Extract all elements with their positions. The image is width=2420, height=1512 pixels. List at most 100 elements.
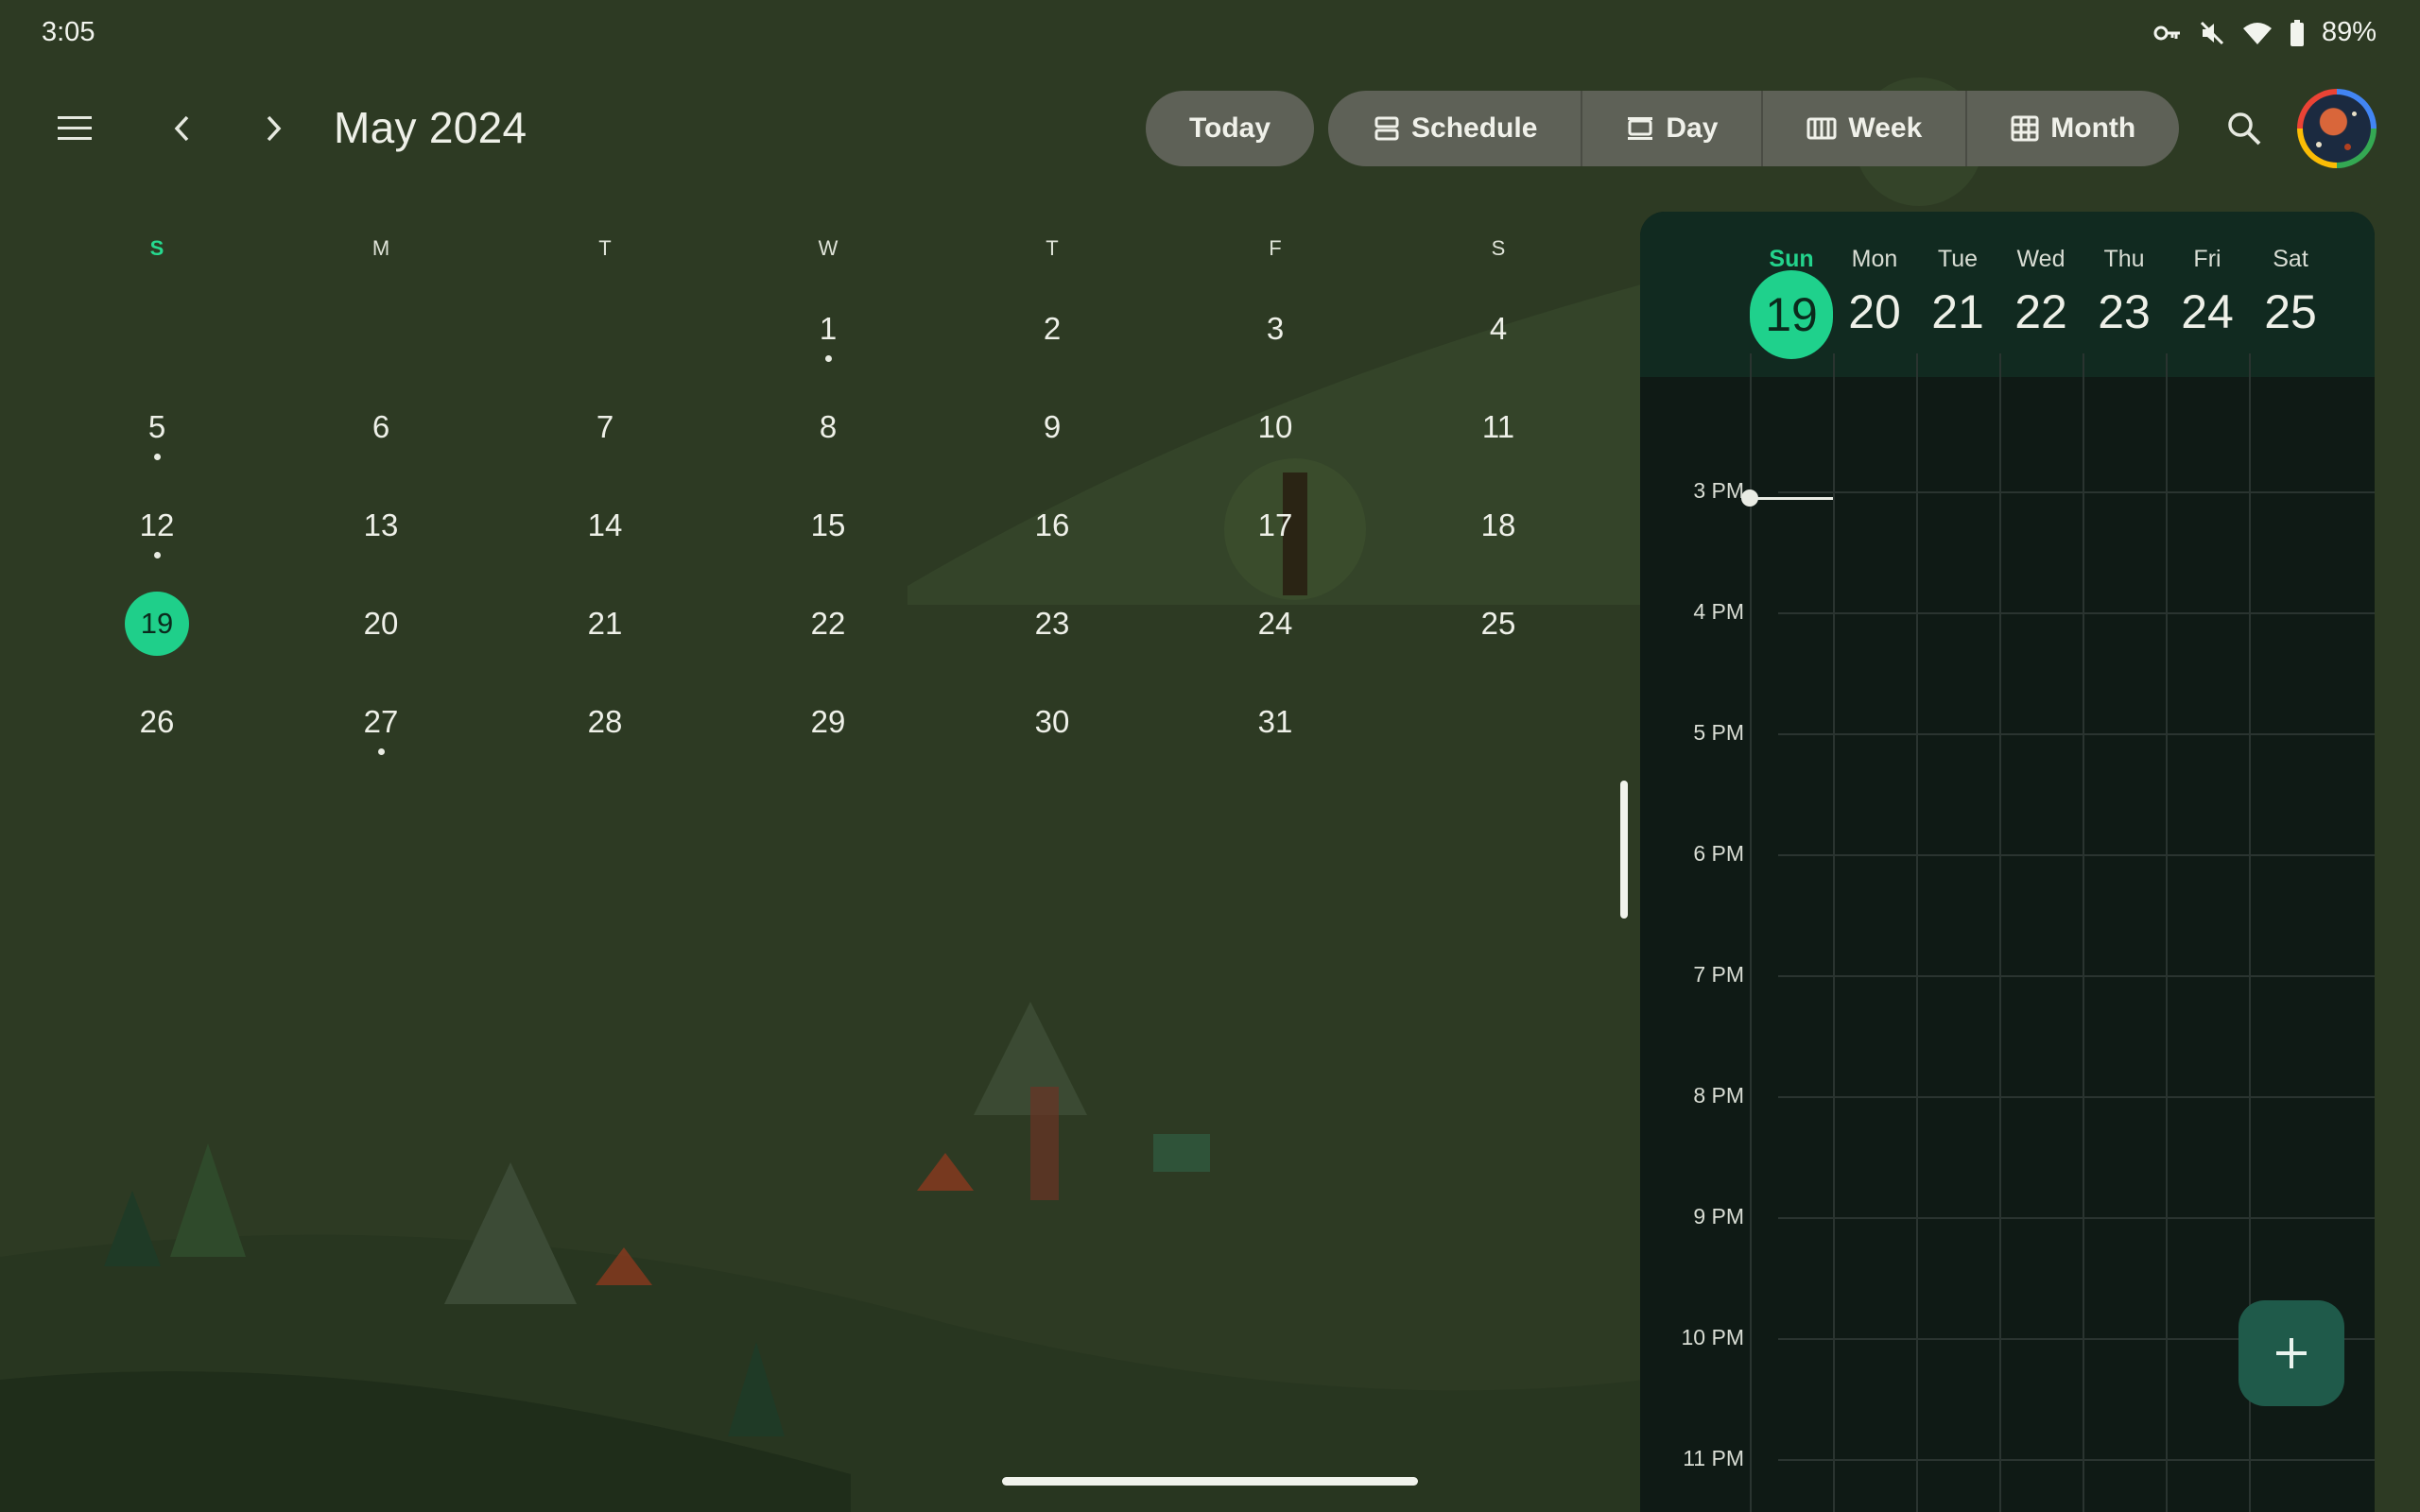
hour-line bbox=[1778, 1096, 2375, 1098]
mute-icon bbox=[2200, 21, 2224, 44]
schedule-view-icon bbox=[1374, 116, 1399, 141]
month-day[interactable]: 28 bbox=[567, 684, 643, 760]
month-day[interactable]: 13 bbox=[343, 488, 419, 563]
search-button[interactable] bbox=[2210, 94, 2278, 163]
week-view-button[interactable]: Week bbox=[1763, 91, 1968, 166]
week-day-name: Thu bbox=[2103, 246, 2145, 272]
hour-line bbox=[1778, 975, 2375, 977]
status-icons: 89% bbox=[2153, 17, 2377, 48]
week-grid-column-line bbox=[1750, 353, 1752, 1512]
week-day-number[interactable]: 24 bbox=[2166, 270, 2249, 353]
previous-month-button[interactable] bbox=[148, 94, 216, 163]
avatar[interactable] bbox=[2297, 89, 2377, 168]
pane-resize-handle[interactable] bbox=[1620, 781, 1628, 919]
view-switcher: Schedule Day Week Month bbox=[1328, 91, 2180, 166]
week-view-label: Week bbox=[1848, 112, 1923, 144]
week-day-number-today[interactable]: 19 bbox=[1750, 270, 1833, 359]
gesture-nav-bar[interactable] bbox=[1002, 1477, 1418, 1486]
today-button[interactable]: Today bbox=[1146, 91, 1314, 166]
week-day-name: Tue bbox=[1937, 246, 1979, 272]
weekday-header: T bbox=[598, 236, 612, 260]
hour-label: 11 PM bbox=[1683, 1446, 1744, 1470]
schedule-view-label: Schedule bbox=[1411, 112, 1538, 144]
week-day-name: Sun bbox=[1769, 246, 1814, 272]
month-day[interactable]: 21 bbox=[567, 586, 643, 662]
chevron-left-icon bbox=[174, 115, 189, 142]
week-day-number[interactable]: 20 bbox=[1833, 270, 1916, 353]
week-day-number[interactable]: 22 bbox=[1999, 270, 2083, 353]
month-day[interactable]: 24 bbox=[1237, 586, 1313, 662]
hour-label: 7 PM bbox=[1693, 962, 1744, 987]
weekday-header: W bbox=[818, 236, 838, 260]
month-day[interactable]: 14 bbox=[567, 488, 643, 563]
week-day-name: Mon bbox=[1851, 246, 1898, 272]
month-day[interactable]: 29 bbox=[790, 684, 866, 760]
month-day[interactable]: 16 bbox=[1014, 488, 1090, 563]
next-month-button[interactable] bbox=[239, 94, 307, 163]
hour-label: 3 PM bbox=[1693, 478, 1744, 503]
month-day[interactable]: 15 bbox=[790, 488, 866, 563]
week-day-number[interactable]: 25 bbox=[2249, 270, 2332, 353]
hour-label: 9 PM bbox=[1693, 1204, 1744, 1228]
hour-line bbox=[1778, 733, 2375, 735]
hour-line bbox=[1778, 612, 2375, 614]
week-view-icon bbox=[1806, 117, 1837, 140]
month-day[interactable]: 8 bbox=[790, 389, 866, 465]
hour-label: 8 PM bbox=[1693, 1083, 1744, 1108]
event-indicator-dot bbox=[154, 552, 161, 558]
month-title[interactable]: May 2024 bbox=[334, 102, 527, 153]
menu-icon bbox=[58, 116, 92, 140]
weekday-header: S bbox=[149, 236, 164, 260]
month-day[interactable]: 30 bbox=[1014, 684, 1090, 760]
week-day-name: Wed bbox=[2016, 246, 2066, 272]
month-day[interactable]: 4 bbox=[1461, 291, 1536, 367]
hour-label: 10 PM bbox=[1681, 1325, 1744, 1349]
battery-percent: 89% bbox=[2321, 17, 2377, 47]
month-day[interactable]: 11 bbox=[1461, 389, 1536, 465]
vpn-key-icon bbox=[2153, 26, 2180, 40]
day-view-label: Day bbox=[1666, 112, 1719, 144]
plus-icon bbox=[2276, 1338, 2307, 1368]
weekday-header: F bbox=[1269, 236, 1282, 260]
hour-label: 5 PM bbox=[1693, 720, 1744, 745]
current-time-line bbox=[1750, 497, 1833, 500]
month-day[interactable]: 25 bbox=[1461, 586, 1536, 662]
menu-button[interactable] bbox=[41, 94, 109, 163]
week-day-name: Fri bbox=[2193, 246, 2221, 272]
schedule-view-button[interactable]: Schedule bbox=[1328, 91, 1583, 166]
month-day[interactable]: 7 bbox=[567, 389, 643, 465]
event-indicator-dot bbox=[825, 355, 832, 362]
month-view-button[interactable]: Month bbox=[1967, 91, 2179, 166]
month-day[interactable]: 26 bbox=[119, 684, 195, 760]
week-day-number[interactable]: 21 bbox=[1916, 270, 1999, 353]
week-day-name: Sat bbox=[2273, 246, 2308, 272]
event-indicator-dot bbox=[378, 748, 385, 755]
month-day[interactable]: 22 bbox=[790, 586, 866, 662]
month-day[interactable]: 10 bbox=[1237, 389, 1313, 465]
wifi-icon bbox=[2242, 22, 2272, 44]
month-day[interactable]: 31 bbox=[1237, 684, 1313, 760]
create-event-button[interactable] bbox=[2238, 1300, 2344, 1406]
chevron-right-icon bbox=[267, 115, 282, 142]
weekday-header: S bbox=[1491, 236, 1506, 260]
hour-line bbox=[1778, 854, 2375, 856]
month-day[interactable]: 3 bbox=[1237, 291, 1313, 367]
battery-icon bbox=[2290, 19, 2304, 46]
hour-line bbox=[1778, 491, 2375, 493]
month-day[interactable]: 18 bbox=[1461, 488, 1536, 563]
month-day[interactable]: 6 bbox=[343, 389, 419, 465]
week-day-number[interactable]: 23 bbox=[2083, 270, 2166, 353]
month-day[interactable]: 17 bbox=[1237, 488, 1313, 563]
hour-label: 4 PM bbox=[1693, 599, 1744, 624]
hour-label: 6 PM bbox=[1693, 841, 1744, 866]
month-day[interactable]: 2 bbox=[1014, 291, 1090, 367]
day-view-icon bbox=[1628, 117, 1653, 140]
month-view-icon bbox=[2011, 115, 2039, 142]
month-day[interactable]: 20 bbox=[343, 586, 419, 662]
weekday-header: T bbox=[1046, 236, 1059, 260]
month-view-label: Month bbox=[2050, 112, 2136, 144]
month-day[interactable]: 9 bbox=[1014, 389, 1090, 465]
day-view-button[interactable]: Day bbox=[1582, 91, 1764, 166]
month-day-today[interactable]: 19 bbox=[125, 592, 189, 656]
month-day[interactable]: 23 bbox=[1014, 586, 1090, 662]
